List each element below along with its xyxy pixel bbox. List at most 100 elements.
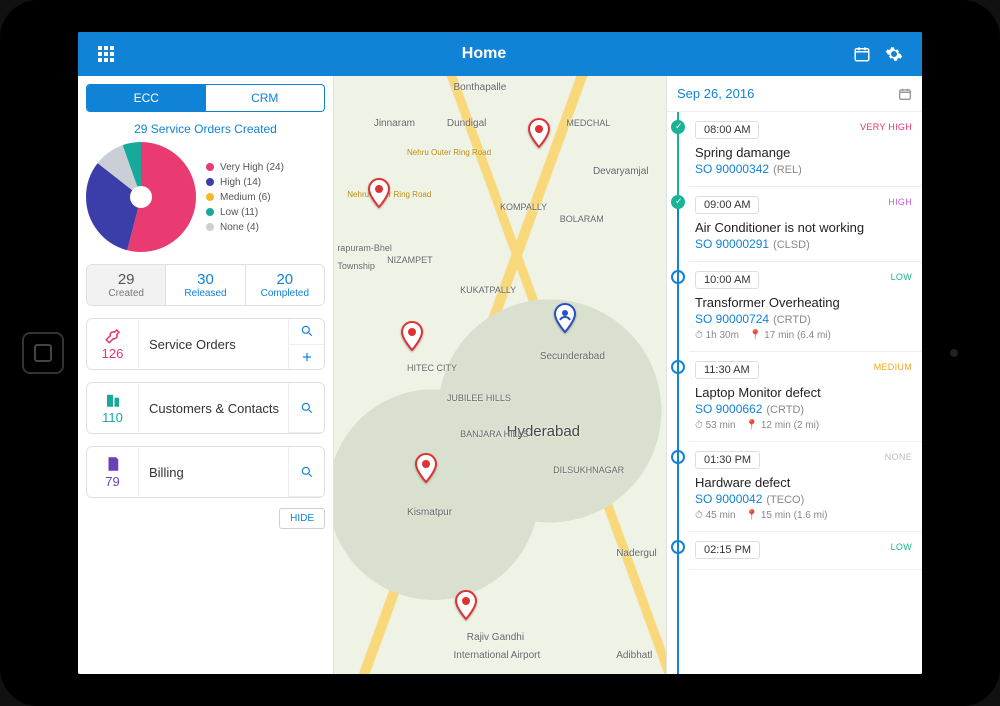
timeline-line-future — [677, 209, 679, 674]
map-label-secunderabad: Secunderabad — [540, 351, 605, 362]
service-orders-count: 126 — [102, 346, 124, 361]
wrench-icon — [104, 327, 122, 345]
calendar-icon[interactable] — [850, 42, 874, 66]
map-label-nizampet: NIZAMPET — [387, 255, 433, 265]
map-pin[interactable] — [367, 178, 391, 202]
map-pin[interactable] — [527, 118, 551, 142]
tab-ecc[interactable]: ECC — [87, 85, 206, 111]
appointment-title: Hardware defect — [695, 475, 912, 490]
timeline-node — [671, 120, 685, 134]
service-order-link[interactable]: SO 90000724(CRTD) — [695, 312, 912, 326]
billing-count: 79 — [105, 474, 119, 489]
add-icon[interactable] — [288, 345, 324, 370]
map-label-kismatpur: Kismatpur — [407, 507, 452, 518]
pie-chart-row: Very High (24) High (14) Medium (6) Low … — [78, 142, 333, 258]
selected-date: Sep 26, 2016 — [677, 86, 754, 101]
appointment-card[interactable]: 09:00 AM HIGH Air Conditioner is not worki… — [689, 187, 922, 262]
page-title: Home — [122, 45, 846, 63]
legend-item-low: Low (11) — [206, 207, 325, 218]
status-counters: 29Created 30Released 20Completed — [86, 264, 325, 306]
search-icon[interactable] — [288, 383, 324, 433]
legend-item-none: None (4) — [206, 222, 325, 233]
nav-label: Service Orders — [139, 319, 288, 369]
device-camera-right — [950, 349, 958, 357]
timeline-panel: Sep 26, 2016 08:00 AM VERY HIGH Spring dam… — [666, 76, 922, 674]
map-label-hitec: HITEC CITY — [407, 363, 457, 373]
map-label-dundigal: Dundigal — [447, 118, 486, 129]
appointment-card[interactable]: 11:30 AMMEDIUMLaptop Monitor defectSO 90… — [689, 352, 922, 442]
appointment-time: 02:15 PM — [695, 541, 760, 559]
service-order-link[interactable]: SO 9000662(CRTD) — [695, 402, 912, 416]
legend-item-high: High (14) — [206, 177, 325, 188]
map-label-rgia1: Rajiv Gandhi — [467, 632, 524, 643]
timeline[interactable]: 08:00 AM VERY HIGH Spring damange SO 900003… — [667, 112, 922, 674]
map-label-kompally: KOMPALLY — [500, 202, 547, 212]
map[interactable]: Hyderabad Secunderabad HITEC CITY Kismat… — [334, 76, 666, 674]
map-label-dilsukh: DILSUKHNAGAR — [553, 465, 624, 475]
map-label-medchal: MEDCHAL — [566, 118, 610, 128]
hide-button[interactable]: HIDE — [279, 508, 325, 529]
appointment-title: Spring damange — [695, 145, 912, 160]
nav-customers[interactable]: 110 Customers & Contacts — [86, 382, 325, 434]
priority-pie-chart — [86, 142, 196, 252]
nav-service-orders[interactable]: 126 Service Orders — [86, 318, 325, 370]
map-pin-me[interactable] — [553, 303, 577, 327]
tablet-frame: Home ECC CRM 29 Service Orders Created — [0, 0, 1000, 706]
source-segmented-control: ECC CRM — [86, 84, 325, 112]
search-icon[interactable] — [288, 319, 324, 345]
service-order-link[interactable]: SO 9000042(TECO) — [695, 492, 912, 506]
calendar-icon — [898, 87, 912, 101]
service-order-link[interactable]: SO 90000291(CLSD) — [695, 237, 912, 251]
map-label-bhel2: Township — [337, 261, 375, 271]
service-order-link[interactable]: SO 90000342(REL) — [695, 162, 912, 176]
appointment-title: Laptop Monitor defect — [695, 385, 912, 400]
appointment-meta: ⏱ 45 min📍 15 min (1.6 mi) — [695, 510, 912, 521]
map-label-devaryamjal: Devaryamjal — [593, 166, 649, 177]
map-label-nadergul: Nadergul — [616, 548, 657, 559]
map-label-jinnaram: Jinnaram — [374, 118, 415, 129]
map-label-bhel1: rapuram-Bhel — [337, 243, 392, 253]
appointment-card[interactable]: 10:00 AMLOWTransformer OverheatingSO 900… — [689, 262, 922, 352]
appointment-card[interactable]: 01:30 PM NONE Hardware defect SO 9000042(TE… — [689, 442, 922, 532]
nav-label: Billing — [139, 447, 288, 497]
counter-completed[interactable]: 20Completed — [246, 265, 324, 305]
map-pin[interactable] — [414, 453, 438, 477]
apps-grid-icon[interactable] — [94, 42, 118, 66]
overview-title: 29 Service Orders Created — [78, 122, 333, 136]
date-selector[interactable]: Sep 26, 2016 — [667, 76, 922, 112]
priority-badge: MEDIUM — [874, 362, 912, 372]
map-label-adibhatla: Adibhatl — [616, 650, 652, 661]
appointment-card[interactable]: 02:15 PM LOW — [689, 532, 922, 570]
legend-item-very-high: Very High (24) — [206, 162, 325, 173]
legend: Very High (24) High (14) Medium (6) Low … — [196, 158, 325, 237]
appointment-time: 08:00 AM — [695, 121, 759, 139]
tab-crm[interactable]: CRM — [206, 85, 325, 111]
map-label-jubilee: JUBILEE HILLS — [447, 393, 511, 403]
gear-icon[interactable] — [882, 42, 906, 66]
appointment-meta: ⏱ 1h 30m📍 17 min (6.4 mi) — [695, 330, 912, 341]
nav-billing[interactable]: 79 Billing — [86, 446, 325, 498]
map-label-bolaram: BOLARAM — [560, 214, 604, 224]
app-screen: Home ECC CRM 29 Service Orders Created — [78, 32, 922, 674]
search-icon[interactable] — [288, 447, 324, 497]
device-home-button[interactable] — [22, 332, 64, 374]
priority-badge: LOW — [891, 272, 912, 282]
appointment-card[interactable]: 08:00 AM VERY HIGH Spring damange SO 900003… — [689, 112, 922, 187]
appointment-time: 01:30 PM — [695, 451, 760, 469]
priority-badge: LOW — [891, 542, 912, 552]
appointment-time: 09:00 AM — [695, 196, 759, 214]
map-label-kukatpally: KUKATPALLY — [460, 285, 516, 295]
priority-badge: VERY HIGH — [860, 122, 912, 132]
appointment-meta: ⏱ 53 min📍 12 min (2 mi) — [695, 420, 912, 431]
counter-created[interactable]: 29Created — [87, 265, 166, 305]
appointment-title: Transformer Overheating — [695, 295, 912, 310]
priority-badge: NONE — [885, 452, 912, 462]
map-pin[interactable] — [454, 590, 478, 614]
nav-label: Customers & Contacts — [139, 383, 288, 433]
counter-released[interactable]: 30Released — [166, 265, 245, 305]
map-pin[interactable] — [400, 321, 424, 345]
priority-badge: HIGH — [888, 197, 912, 207]
app-header: Home — [78, 32, 922, 76]
left-panel: ECC CRM 29 Service Orders Created — [78, 76, 334, 674]
appointment-title: Air Conditioner is not working — [695, 220, 912, 235]
